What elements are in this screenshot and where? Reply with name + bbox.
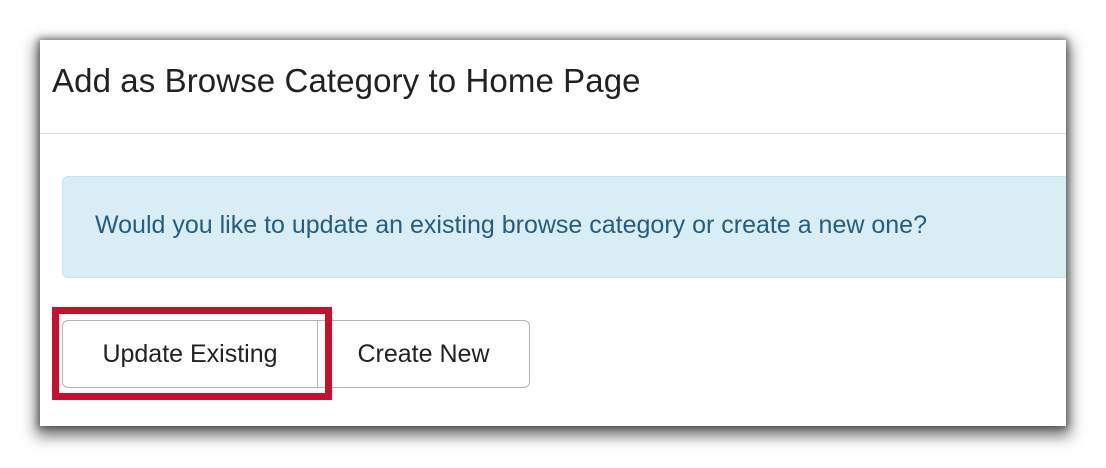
dialog-title: Add as Browse Category to Home Page [52,62,641,99]
screenshot-stage: Add as Browse Category to Home Page Woul… [0,0,1106,468]
info-alert: Would you like to update an existing bro… [62,176,1066,278]
dialog-header: Add as Browse Category to Home Page [40,40,1066,134]
update-existing-button[interactable]: Update Existing [62,320,318,388]
browse-category-dialog: Add as Browse Category to Home Page Woul… [40,40,1066,426]
create-new-button[interactable]: Create New [317,320,530,388]
info-alert-message: Would you like to update an existing bro… [95,211,927,239]
